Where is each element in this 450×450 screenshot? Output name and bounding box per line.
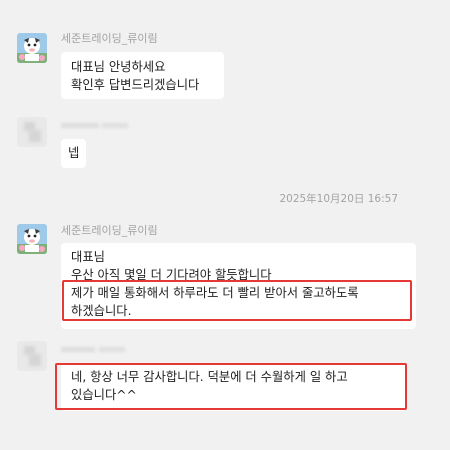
sender-name-blurred <box>102 123 128 128</box>
sender-name: 세준트레이딩_류이림 <box>61 224 158 237</box>
sender-name-blurred <box>99 347 125 352</box>
message-text: 대표님 <box>71 250 105 264</box>
avatar-blur-mask <box>29 354 41 366</box>
highlight-box <box>55 363 407 410</box>
avatar[interactable] <box>17 33 47 63</box>
message-text: 대표님 안녕하세요 <box>71 60 166 74</box>
message-text: 넵 <box>68 146 80 160</box>
sender-name: 세준트레이딩_류이림 <box>61 32 158 45</box>
timestamp: 2025年10月20日 16:57 <box>279 193 398 205</box>
message-bubble[interactable]: 넵 <box>61 139 86 168</box>
sender-name-blurred <box>61 347 95 352</box>
message-text: 확인후 답변드리겠습니다 <box>71 78 200 92</box>
avatar-image <box>17 224 47 254</box>
sender-name-blurred <box>61 123 99 128</box>
chat-window: 세준트레이딩_류이림 대표님 안녕하세요 확인후 답변드리겠습니다 넵 2025… <box>0 0 450 450</box>
highlight-box <box>62 280 412 321</box>
avatar[interactable] <box>17 224 47 254</box>
message-bubble[interactable]: 대표님 안녕하세요 확인후 답변드리겠습니다 <box>61 52 224 99</box>
avatar-blur-mask <box>29 130 41 142</box>
avatar-blurred[interactable] <box>17 117 47 147</box>
avatar-image <box>17 33 47 63</box>
avatar-blurred[interactable] <box>17 341 47 371</box>
